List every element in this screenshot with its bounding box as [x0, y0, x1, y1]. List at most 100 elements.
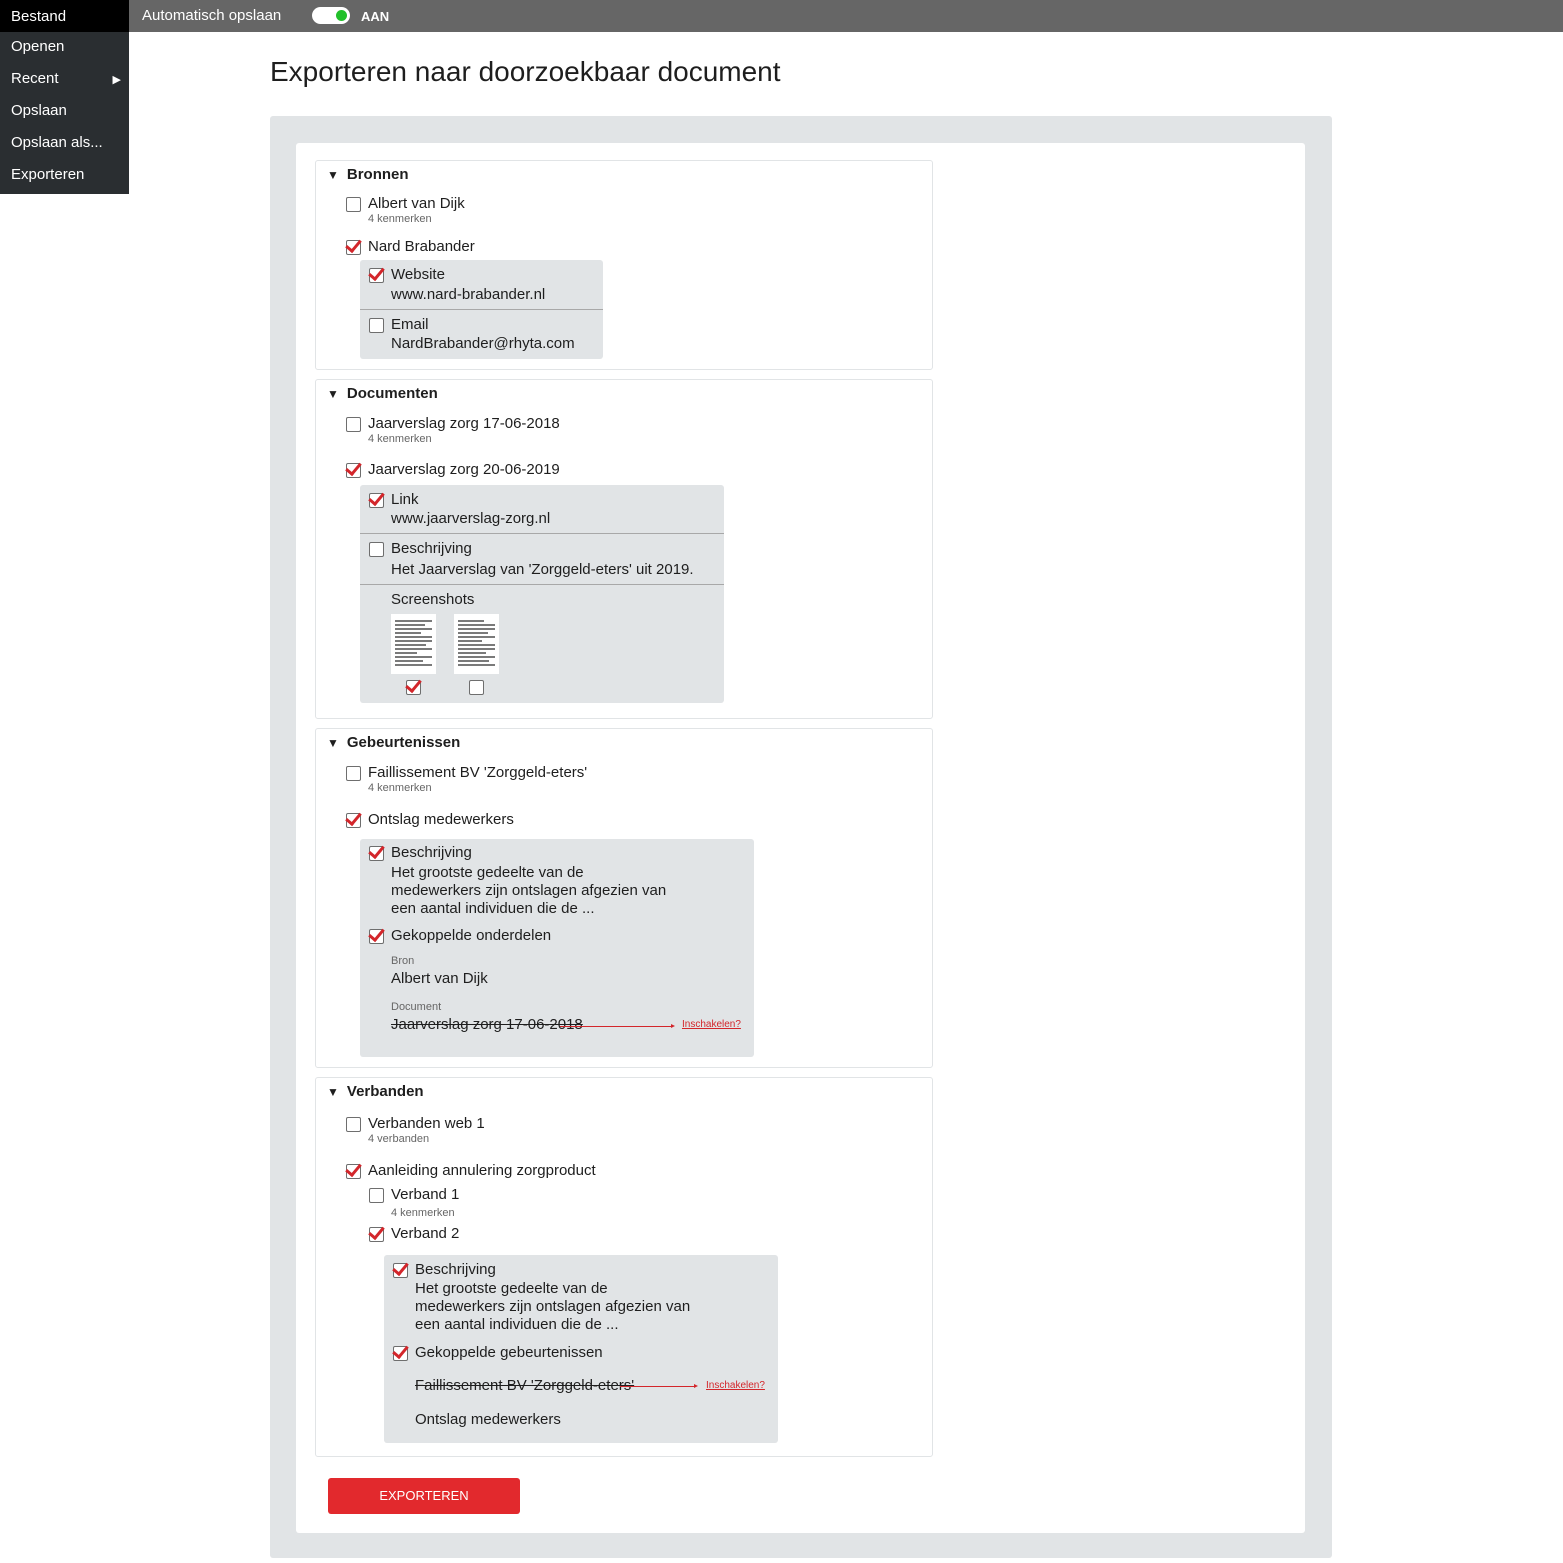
detail-label: Beschrijving	[391, 540, 472, 557]
checkbox-faillissement[interactable]	[346, 766, 361, 781]
section-title: Gebeurtenissen	[346, 734, 461, 751]
menu-title-bestand[interactable]: Bestand	[0, 0, 129, 32]
menu-item-opslaan-als[interactable]: Opslaan als...	[0, 128, 129, 160]
collapse-triangle-icon: ▼	[327, 387, 339, 401]
linked-document-label: Document	[391, 1001, 442, 1013]
enable-link[interactable]: Inschakelen?	[682, 1019, 741, 1030]
menu-item-label: Opslaan als...	[11, 134, 103, 151]
detail-label: Beschrijving	[391, 844, 472, 861]
detail-value: Het Jaarverslag van 'Zorggeld-eters' uit…	[391, 561, 694, 578]
document-sub: 4 kenmerken	[368, 433, 432, 445]
menu-item-label: Openen	[11, 38, 65, 55]
detail-label: Gekoppelde onderdelen	[391, 927, 552, 944]
checkbox-screenshot-1[interactable]	[406, 680, 421, 695]
menu-item-exporteren[interactable]: Exporteren	[0, 160, 129, 192]
checkbox-verband-1[interactable]	[369, 1188, 384, 1203]
checkbox-jaarverslag-2018[interactable]	[346, 417, 361, 432]
checkbox-nard-brabander[interactable]	[346, 240, 361, 255]
toggle-knob	[336, 10, 347, 21]
linked-document-disabled: Jaarverslag zorg 17-06-2018	[391, 1016, 583, 1033]
document-details: Link www.jaarverslag-zorg.nl Beschrijvin…	[360, 485, 724, 703]
section-bronnen: ▼ Bronnen Albert van Dijk 4 kenmerken Nar…	[315, 160, 933, 370]
checkbox-aanleiding-annulering[interactable]	[346, 1164, 361, 1179]
export-button[interactable]: EXPORTEREN	[328, 1478, 520, 1514]
checkbox-ontslag-medewerkers[interactable]	[346, 813, 361, 828]
menu-item-opslaan[interactable]: Opslaan	[0, 96, 129, 128]
screenshot-thumbnail-1[interactable]	[391, 614, 436, 674]
detail-value: www.nard-brabander.nl	[391, 286, 546, 303]
detail-label: Website	[391, 266, 445, 283]
submenu-arrow-icon: ▶	[112, 74, 121, 86]
autosave-label: Automatisch opslaan	[142, 7, 282, 24]
collapse-triangle-icon: ▼	[327, 736, 339, 750]
page-title: Exporteren naar doorzoekbaar document	[270, 56, 781, 87]
section-header-verbanden[interactable]: ▼ Verbanden	[327, 1083, 424, 1100]
linked-bron-label: Bron	[391, 955, 415, 967]
checkbox-email[interactable]	[369, 318, 384, 333]
detail-value: www.jaarverslag-zorg.nl	[391, 510, 551, 527]
verband-label: Verband 2	[391, 1225, 460, 1242]
linked-bron-value: Albert van Dijk	[391, 970, 488, 987]
document-label: Jaarverslag zorg 20-06-2019	[368, 461, 560, 478]
section-title: Bronnen	[346, 166, 409, 183]
section-header-bronnen[interactable]: ▼ Bronnen	[327, 166, 409, 183]
detail-label: Beschrijving	[415, 1261, 496, 1278]
checkbox-verbanden-web-1[interactable]	[346, 1117, 361, 1132]
relation-label: Aanleiding annulering zorgproduct	[368, 1162, 596, 1179]
menu-item-recent[interactable]: Recent ▶	[0, 64, 129, 96]
relation-label: Verbanden web 1	[368, 1115, 485, 1132]
section-header-documenten[interactable]: ▼ Documenten	[327, 385, 438, 402]
checkbox-albert-van-dijk[interactable]	[346, 197, 361, 212]
checkbox-link[interactable]	[369, 493, 384, 508]
event-details: Beschrijving Het grootste gedeelte van d…	[360, 839, 754, 1057]
detail-label: Link	[391, 491, 419, 508]
checkbox-verband-2[interactable]	[369, 1227, 384, 1242]
file-menu: Bestand Openen Recent ▶ Opslaan Opslaan a…	[0, 0, 129, 194]
autosave-toggle[interactable]	[312, 7, 350, 24]
verband-sub: 4 kenmerken	[391, 1207, 455, 1219]
divider	[360, 309, 603, 310]
top-bar: Automatisch opslaan AAN	[0, 0, 1563, 32]
verband-label: Verband 1	[391, 1186, 460, 1203]
collapse-triangle-icon: ▼	[327, 168, 339, 182]
checkbox-gekoppelde-onderdelen[interactable]	[369, 929, 384, 944]
source-label: Albert van Dijk	[368, 195, 465, 212]
checkbox-screenshot-2[interactable]	[469, 680, 484, 695]
menu-item-label: Recent	[11, 70, 59, 87]
description-line: Het grootste gedeelte van de	[415, 1280, 608, 1297]
source-sub: 4 kenmerken	[368, 213, 432, 225]
description-line: medewerkers zijn ontslagen afgezien van	[415, 1298, 691, 1315]
collapse-triangle-icon: ▼	[327, 1085, 339, 1099]
event-label: Faillissement BV 'Zorggeld-eters'	[368, 764, 588, 781]
enable-link[interactable]: Inschakelen?	[706, 1380, 765, 1391]
disabled-arrow-icon	[560, 1024, 675, 1028]
description-line: Het grootste gedeelte van de	[391, 864, 584, 881]
document-label: Jaarverslag zorg 17-06-2018	[368, 415, 560, 432]
relation-sub: 4 verbanden	[368, 1133, 430, 1145]
source-details: Website www.nard-brabander.nl Email Nard…	[360, 260, 603, 359]
section-title: Documenten	[346, 385, 438, 402]
checkbox-website[interactable]	[369, 268, 384, 283]
screenshot-thumbnail-2[interactable]	[454, 614, 499, 674]
checkbox-beschrijving[interactable]	[369, 542, 384, 557]
event-sub: 4 kenmerken	[368, 782, 432, 794]
screenshots-label: Screenshots	[391, 591, 475, 608]
section-title: Verbanden	[346, 1083, 424, 1100]
menu-item-openen[interactable]: Openen	[0, 32, 129, 64]
divider	[360, 584, 724, 585]
divider	[360, 533, 724, 534]
event-label: Ontslag medewerkers	[368, 811, 514, 828]
verband-details: Beschrijving Het grootste gedeelte van d…	[384, 1255, 778, 1443]
detail-label: Gekoppelde gebeurtenissen	[415, 1344, 603, 1361]
checkbox-beschrijving[interactable]	[369, 846, 384, 861]
description-line: een aantal individuen die de ...	[415, 1316, 619, 1333]
detail-value: NardBrabander@rhyta.com	[391, 335, 575, 352]
detail-label: Email	[391, 316, 429, 333]
checkbox-gekoppelde-gebeurtenissen[interactable]	[393, 1346, 408, 1361]
disabled-arrow-icon	[620, 1384, 698, 1388]
section-documenten: ▼ Documenten Jaarverslag zorg 17-06-2018 …	[315, 379, 933, 719]
checkbox-jaarverslag-2019[interactable]	[346, 463, 361, 478]
checkbox-beschrijving[interactable]	[393, 1263, 408, 1278]
linked-event: Ontslag medewerkers	[415, 1411, 561, 1428]
section-header-gebeurtenissen[interactable]: ▼ Gebeurtenissen	[327, 734, 460, 751]
